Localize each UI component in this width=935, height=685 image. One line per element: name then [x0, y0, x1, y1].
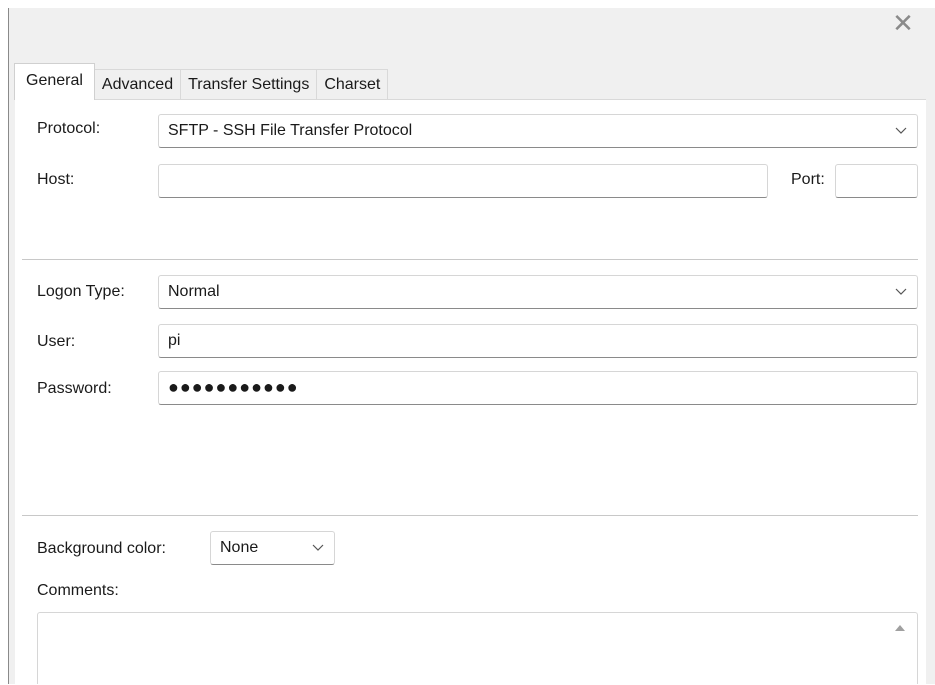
chevron-down-icon: [894, 276, 908, 308]
tab-advanced[interactable]: Advanced: [93, 69, 182, 100]
separator: [22, 515, 918, 516]
scroll-up-arrow-icon[interactable]: [895, 625, 905, 631]
host-input[interactable]: [158, 164, 768, 198]
tab-transfer-settings[interactable]: Transfer Settings: [180, 69, 318, 100]
comments-label: Comments:: [37, 582, 119, 599]
separator: [22, 259, 918, 260]
close-icon[interactable]: ✕: [888, 8, 918, 38]
password-value: ●●●●●●●●●●●: [168, 377, 299, 397]
logon-type-select[interactable]: Normal: [158, 275, 918, 309]
password-label: Password:: [37, 380, 112, 397]
user-value: pi: [168, 332, 181, 349]
chevron-down-icon: [311, 532, 325, 564]
password-input[interactable]: ●●●●●●●●●●●: [158, 371, 918, 405]
tab-charset[interactable]: Charset: [316, 69, 389, 100]
tab-general[interactable]: General: [14, 63, 95, 100]
host-label: Host:: [37, 171, 75, 188]
user-label: User:: [37, 333, 76, 350]
comments-textarea[interactable]: [37, 612, 918, 684]
logon-type-value: Normal: [168, 283, 220, 300]
background-color-value: None: [220, 539, 259, 556]
protocol-value: SFTP - SSH File Transfer Protocol: [168, 122, 413, 139]
user-input[interactable]: pi: [158, 324, 918, 358]
background-color-label: Background color:: [37, 540, 166, 557]
protocol-select[interactable]: SFTP - SSH File Transfer Protocol: [158, 114, 918, 148]
port-label: Port:: [791, 171, 825, 188]
logon-type-label: Logon Type:: [37, 283, 125, 300]
tab-bar: General Advanced Transfer Settings Chars…: [14, 62, 389, 100]
background-color-select[interactable]: None: [210, 531, 335, 565]
port-input[interactable]: [835, 164, 918, 198]
chevron-down-icon: [894, 115, 908, 147]
protocol-label: Protocol:: [37, 120, 101, 137]
